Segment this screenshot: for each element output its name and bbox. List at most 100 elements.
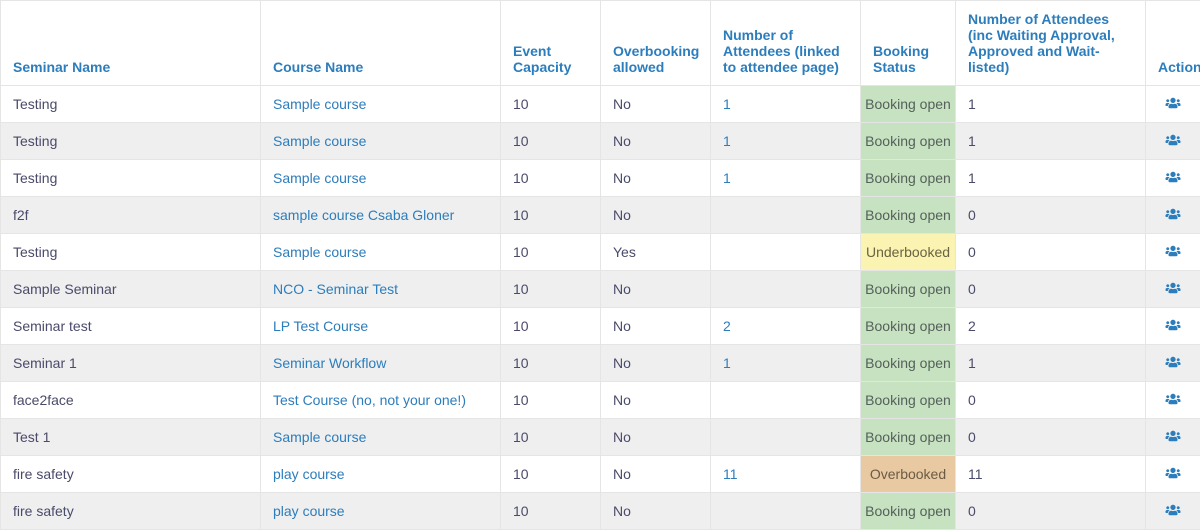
attendees-icon[interactable] (1165, 318, 1181, 334)
attendees-icon[interactable] (1165, 503, 1181, 519)
attendees-link[interactable]: 11 (723, 466, 738, 482)
course-link[interactable]: Sample course (273, 429, 366, 445)
attendees-incwait: 0 (956, 234, 1146, 271)
booking-status: Booking open (861, 345, 955, 381)
course-link[interactable]: Sample course (273, 244, 366, 260)
booking-status: Booking open (861, 382, 955, 418)
course-link[interactable]: Sample course (273, 170, 366, 186)
course-link[interactable]: Sample course (273, 96, 366, 112)
attendees-linked-cell (711, 493, 861, 530)
attendees-incwait: 11 (956, 456, 1146, 493)
overbooking-allowed: No (601, 160, 711, 197)
attendees-linked-cell: 1 (711, 123, 861, 160)
seminar-name: Testing (1, 123, 261, 160)
attendees-linked-cell: 11 (711, 456, 861, 493)
overbooking-allowed: No (601, 345, 711, 382)
attendees-icon[interactable] (1165, 207, 1181, 223)
attendees-icon[interactable] (1165, 133, 1181, 149)
overbooking-allowed: No (601, 86, 711, 123)
booking-status: Underbooked (861, 234, 955, 270)
booking-status: Booking open (861, 86, 955, 122)
col-header-linked[interactable]: Number of Attendees (linked to attendee … (723, 27, 840, 75)
col-header-capacity[interactable]: Event Capacity (513, 43, 571, 75)
attendees-incwait: 0 (956, 493, 1146, 530)
event-capacity: 10 (501, 271, 601, 308)
attendees-link[interactable]: 1 (723, 170, 731, 186)
table-row: TestingSample course10No1Booking open1 (1, 160, 1200, 197)
attendees-incwait: 1 (956, 86, 1146, 123)
event-capacity: 10 (501, 308, 601, 345)
attendees-link[interactable]: 2 (723, 318, 731, 334)
event-capacity: 10 (501, 456, 601, 493)
col-header-incwait[interactable]: Number of Attendees (inc Waiting Approva… (968, 11, 1115, 75)
attendees-linked-cell (711, 271, 861, 308)
overbooking-allowed: No (601, 419, 711, 456)
event-capacity: 10 (501, 123, 601, 160)
table-row: Test 1Sample course10NoBooking open0 (1, 419, 1200, 456)
course-link[interactable]: Sample course (273, 133, 366, 149)
table-row: Testing Sample course 10Yes Underbooked0 (1, 234, 1200, 271)
event-capacity: 10 (501, 234, 601, 271)
course-link[interactable]: Test Course (no, not your one!) (273, 392, 466, 408)
attendees-link[interactable]: 1 (723, 133, 731, 149)
attendees-icon[interactable] (1165, 170, 1181, 186)
attendees-incwait: 0 (956, 382, 1146, 419)
attendees-linked-cell: 1 (711, 160, 861, 197)
event-capacity: 10 (501, 197, 601, 234)
attendees-incwait: 0 (956, 271, 1146, 308)
attendees-linked-cell (711, 234, 861, 271)
attendees-incwait: 0 (956, 197, 1146, 234)
course-link[interactable]: play course (273, 503, 345, 519)
attendees-icon[interactable] (1165, 355, 1181, 371)
attendees-link[interactable]: 1 (723, 96, 731, 112)
attendees-incwait: 1 (956, 345, 1146, 382)
seminar-name: Testing (1, 160, 261, 197)
col-header-course[interactable]: Course Name (273, 59, 363, 75)
col-header-seminar[interactable]: Seminar Name (13, 59, 110, 75)
seminar-name: Testing (1, 234, 261, 271)
attendees-incwait: 0 (956, 419, 1146, 456)
course-link[interactable]: Seminar Workflow (273, 355, 386, 371)
attendees-icon[interactable] (1165, 244, 1181, 260)
overbooking-allowed: No (601, 382, 711, 419)
table-header-row: Seminar Name Course Name Event Capacity … (1, 1, 1200, 86)
course-link[interactable]: NCO - Seminar Test (273, 281, 398, 297)
overbooking-allowed: No (601, 197, 711, 234)
event-capacity: 10 (501, 345, 601, 382)
attendees-icon[interactable] (1165, 281, 1181, 297)
col-header-actions[interactable]: Actions (1158, 59, 1200, 75)
attendees-linked-cell: 1 (711, 86, 861, 123)
overbooking-allowed: Yes (601, 234, 711, 271)
course-link[interactable]: LP Test Course (273, 318, 368, 334)
table-row: f2fsample course Csaba Gloner10NoBooking… (1, 197, 1200, 234)
event-capacity: 10 (501, 382, 601, 419)
course-link[interactable]: sample course Csaba Gloner (273, 207, 454, 223)
attendees-icon[interactable] (1165, 429, 1181, 445)
event-capacity: 10 (501, 419, 601, 456)
seminar-name: Sample Seminar (1, 271, 261, 308)
event-capacity: 10 (501, 86, 601, 123)
attendees-link[interactable]: 1 (723, 355, 731, 371)
attendees-icon[interactable] (1165, 392, 1181, 408)
seminar-name: fire safety (1, 493, 261, 530)
event-capacity: 10 (501, 160, 601, 197)
seminar-name: Testing (1, 86, 261, 123)
event-capacity: 10 (501, 493, 601, 530)
table-row: fire safetyplay course10No11Overbooked11 (1, 456, 1200, 493)
booking-status: Booking open (861, 308, 955, 344)
booking-status: Overbooked (861, 456, 955, 492)
seminar-name: Seminar 1 (1, 345, 261, 382)
overbooking-allowed: No (601, 271, 711, 308)
col-header-overbook[interactable]: Overbooking allowed (613, 43, 699, 75)
overbooking-allowed: No (601, 123, 711, 160)
booking-status: Booking open (861, 419, 955, 455)
col-header-status[interactable]: Booking Status (873, 43, 929, 75)
attendees-icon[interactable] (1165, 466, 1181, 482)
table-row: Seminar 1Seminar Workflow10No1Booking op… (1, 345, 1200, 382)
seminar-name: face2face (1, 382, 261, 419)
table-row: Sample SeminarNCO - Seminar Test10NoBook… (1, 271, 1200, 308)
seminar-name: fire safety (1, 456, 261, 493)
attendees-incwait: 2 (956, 308, 1146, 345)
course-link[interactable]: play course (273, 466, 345, 482)
attendees-icon[interactable] (1165, 96, 1181, 112)
